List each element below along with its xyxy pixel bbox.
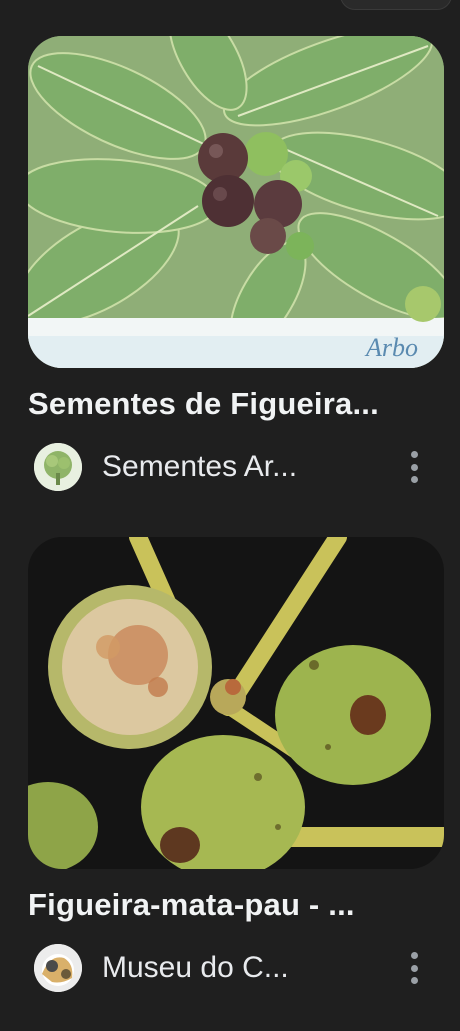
image-result-card[interactable]: Arbo Sementes de Figueira... Sementes Ar… [28,36,444,492]
more-options-icon[interactable] [404,447,424,487]
result-image[interactable] [28,537,444,869]
source-avatar [34,443,82,491]
more-options-icon[interactable] [404,948,424,988]
result-title[interactable]: Figueira-mata-pau - ... [28,887,423,923]
source-name[interactable]: Sementes Ar... [102,450,297,484]
source-row[interactable]: Sementes Ar... [28,442,444,492]
source-name[interactable]: Museu do C... [102,951,289,985]
result-title[interactable]: Sementes de Figueira... [28,386,423,422]
source-row[interactable]: Museu do C... [28,943,444,993]
image-result-card[interactable]: Figueira-mata-pau - ... Museu do C... [28,537,444,993]
source-avatar [34,944,82,992]
previous-card-edge [340,0,452,10]
watermark-text: Arbo [364,333,418,362]
result-image[interactable]: Arbo [28,36,444,368]
